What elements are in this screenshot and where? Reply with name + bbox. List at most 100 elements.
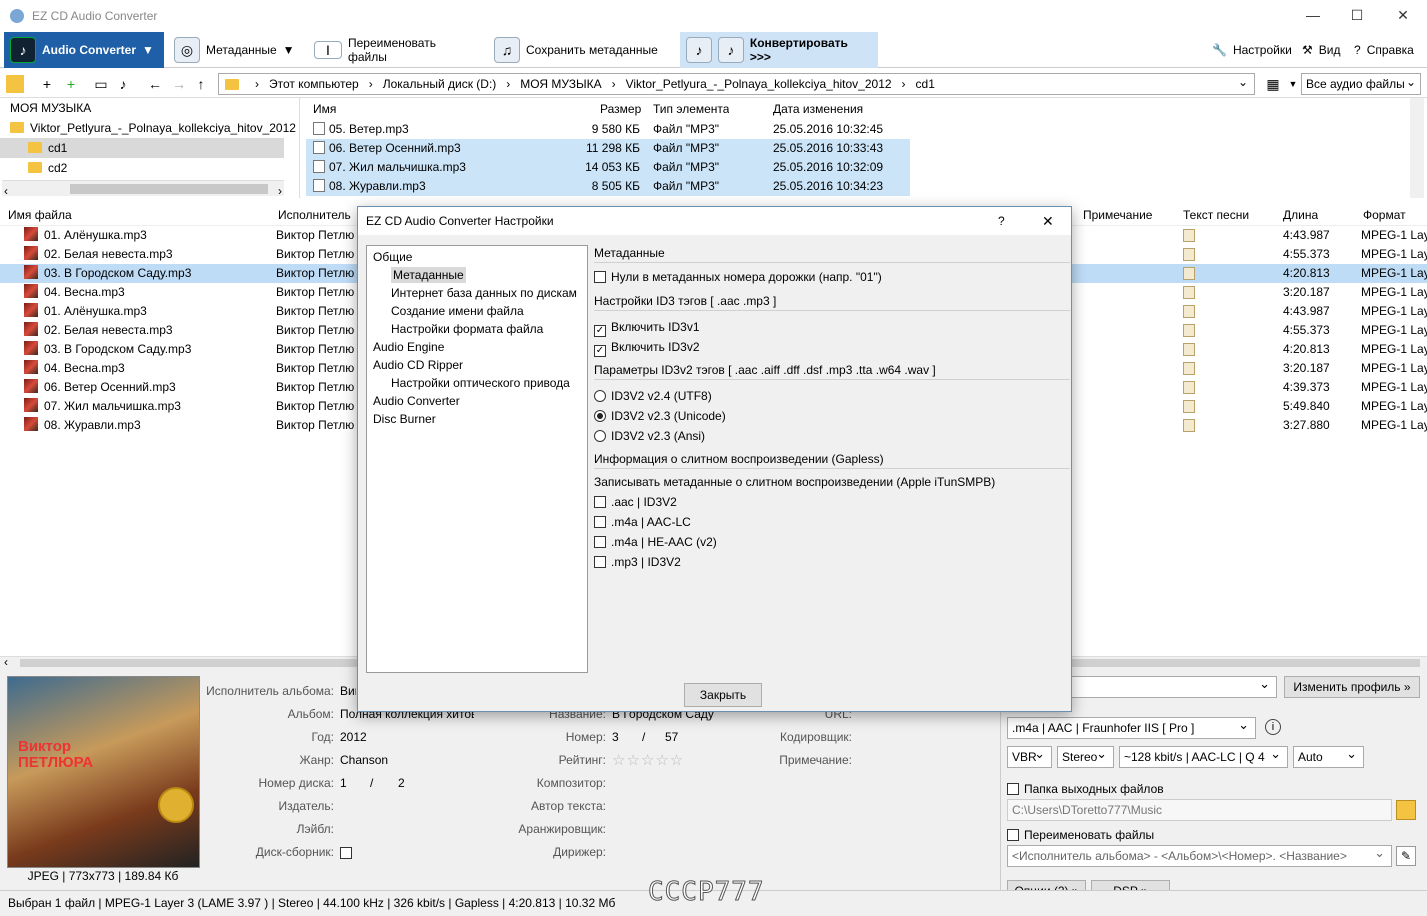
file-row[interactable]: 07. Жил мальчишка.mp3 14 053 КБ Файл "MP3"… (306, 158, 910, 177)
id3v2-option[interactable]: ✓ Включить ID3v2 (594, 337, 1070, 357)
scroll-thumb[interactable] (70, 184, 268, 194)
mode-select[interactable]: VBR (1007, 746, 1052, 768)
output-folder-input[interactable]: C:\Users\DToretto777\Music (1007, 799, 1392, 821)
lyrics-icon[interactable] (1183, 362, 1195, 375)
col-comment[interactable]: Примечание (1083, 204, 1152, 226)
output-folder-option[interactable]: Папка выходных файлов (1007, 782, 1164, 796)
samplerate-select[interactable]: Auto (1293, 746, 1364, 768)
music-icon[interactable]: ♪ (114, 75, 132, 93)
col-date[interactable]: Дата изменения (773, 98, 863, 120)
channels-select[interactable]: Stereo (1057, 746, 1114, 768)
change-profile-button[interactable]: Изменить профиль » (1284, 676, 1420, 698)
crumb[interactable]: Этот компьютер (269, 77, 359, 91)
file-row[interactable]: 06. Ветер Осенний.mp3 11 298 КБ Файл "MP3"… (306, 139, 910, 158)
codec-select[interactable]: .m4a | AAC | Fraunhofer IIS [ Pro ] (1007, 717, 1256, 739)
settings-tree-item[interactable]: Метаданные (371, 266, 583, 284)
scroll-right-icon[interactable]: › (278, 181, 282, 201)
back-icon[interactable]: ← (146, 75, 164, 93)
col-artist[interactable]: Исполнитель (278, 204, 351, 226)
disc-total-value[interactable]: 2 (398, 776, 405, 790)
number-total-value[interactable]: 57 (665, 730, 678, 744)
id3v24-radio[interactable] (594, 390, 606, 402)
id3v23-ansi-option[interactable]: ID3V2 v2.3 (Ansi) (594, 426, 1070, 446)
year-value[interactable]: 2012 (340, 730, 367, 744)
settings-tree-item[interactable]: Audio Engine (371, 338, 583, 356)
convert-button[interactable]: ♪ ♪ Конвертировать >>> (680, 32, 878, 68)
id3v1-option[interactable]: ✓ Включить ID3v1 (594, 317, 1070, 337)
id3v23-unicode-option[interactable]: ID3V2 v2.3 (Unicode) (594, 406, 1070, 426)
chevron-down-icon[interactable]: ⌄ (1238, 75, 1248, 89)
genre-value[interactable]: Chanson (340, 753, 388, 767)
browse-folder-icon[interactable] (1396, 800, 1416, 820)
album-artist-value[interactable]: Виктор Петлюра (340, 684, 356, 698)
folder-icon[interactable] (6, 75, 24, 93)
minimize-icon[interactable]: — (1290, 0, 1336, 30)
gapless-m4a-lc-checkbox[interactable] (594, 516, 606, 528)
gapless-m4a-lc-option[interactable]: .m4a | AAC-LC (594, 512, 1070, 532)
lyrics-icon[interactable] (1183, 400, 1195, 413)
crumb[interactable]: cd1 (916, 77, 935, 91)
tree-item[interactable]: МОЯ МУЗЫКА (0, 98, 299, 118)
settings-tree-item[interactable]: Общие (371, 248, 583, 266)
file-row[interactable]: 05. Ветер.mp3 9 580 КБ Файл "MP3" 25.05.201… (306, 120, 910, 139)
gapless-m4a-he-checkbox[interactable] (594, 536, 606, 548)
save-metadata-button[interactable]: ♫ Сохранить метаданные (488, 32, 672, 68)
gapless-mp3-checkbox[interactable] (594, 556, 606, 568)
rename-files-option[interactable]: Переименовать файлы (1007, 828, 1154, 842)
col-filename[interactable]: Имя файла (8, 204, 72, 226)
lyrics-icon[interactable] (1183, 248, 1195, 261)
info-icon[interactable]: i (1265, 719, 1281, 735)
id3v1-checkbox[interactable]: ✓ (594, 325, 606, 337)
number-value[interactable]: 3 (612, 730, 619, 744)
settings-tree-item[interactable]: Disc Burner (371, 410, 583, 428)
scroll-left-icon[interactable]: ‹ (4, 181, 8, 201)
lyrics-icon[interactable] (1183, 305, 1195, 318)
tree-hscrollbar[interactable]: ‹ › (2, 180, 284, 198)
address-bar[interactable]: › Этот компьютер › Локальный диск (D:) › МО… (218, 73, 1255, 95)
gapless-mp3-option[interactable]: .mp3 | ID3V2 (594, 552, 1070, 572)
settings-tree-item[interactable]: Интернет база данных по дискам (371, 284, 583, 302)
scroll-left-icon[interactable]: ‹ (4, 655, 8, 669)
settings-tree-item[interactable]: Настройки формата файла (371, 320, 583, 338)
crumb[interactable]: Локальный диск (D:) (383, 77, 497, 91)
output-folder-checkbox[interactable] (1007, 783, 1019, 795)
up-icon[interactable]: ↑ (192, 75, 210, 93)
lyrics-icon[interactable] (1183, 229, 1195, 242)
dialog-close-button[interactable]: Закрыть (684, 683, 762, 707)
col-lyrics[interactable]: Текст песни (1183, 204, 1249, 226)
compilation-checkbox[interactable] (340, 847, 352, 859)
lyrics-icon[interactable] (1183, 324, 1195, 337)
gapless-aac-option[interactable]: .aac | ID3V2 (594, 492, 1070, 512)
tree-item[interactable]: Viktor_Petlyura_-_Polnaya_kollekciya_hit… (0, 118, 299, 138)
add-file-icon[interactable]: + (38, 75, 56, 93)
metadata-button[interactable]: ◎ Метаданные ▼ (168, 32, 304, 68)
maximize-icon[interactable]: ☐ (1334, 0, 1380, 30)
rename-pattern-select[interactable]: <Исполнитель альбома> - <Альбом>\<Номер>… (1007, 845, 1392, 867)
tree-item[interactable]: cd2 (0, 158, 299, 178)
rename-files-button[interactable]: I Переименовать файлы (308, 32, 484, 68)
id3v23-ansi-radio[interactable] (594, 430, 606, 442)
file-list-vscrollbar[interactable] (1410, 98, 1424, 198)
lyrics-icon[interactable] (1183, 286, 1195, 299)
lyrics-icon[interactable] (1183, 419, 1195, 432)
crumb[interactable]: Viktor_Petlyura_-_Polnaya_kollekciya_hit… (626, 77, 892, 91)
id3v2-checkbox[interactable]: ✓ (594, 345, 606, 357)
help-button[interactable]: ? Справка (1348, 32, 1424, 68)
col-size[interactable]: Размер (600, 98, 641, 120)
settings-button[interactable]: 🔧 Настройки (1206, 32, 1292, 68)
computer-icon[interactable]: ▭ (92, 75, 110, 93)
settings-tree-item[interactable]: Audio Converter (371, 392, 583, 410)
forward-icon[interactable]: → (170, 75, 188, 93)
file-row[interactable]: 08. Журавли.mp3 8 505 КБ Файл "MP3" 25.05.2… (306, 177, 910, 196)
lyrics-icon[interactable] (1183, 381, 1195, 394)
dialog-help-icon[interactable]: ? (998, 207, 1005, 235)
quality-select[interactable]: ~128 kbit/s | AAC-LC | Q 4 (1119, 746, 1288, 768)
settings-tree-item[interactable]: Audio CD Ripper (371, 356, 583, 374)
rename-files-checkbox[interactable] (1007, 829, 1019, 841)
file-filter-select[interactable]: Все аудио файлы ⌄ (1301, 73, 1421, 95)
col-type[interactable]: Тип элемента (653, 98, 729, 120)
album-cover-image[interactable]: Виктор ПЕТЛЮРА (7, 676, 200, 868)
zeros-option[interactable]: Нули в метаданных номера дорожки (напр. … (594, 267, 1070, 287)
view-mode-dropdown-icon[interactable]: ▼ (1284, 75, 1302, 93)
lyrics-icon[interactable] (1183, 267, 1195, 280)
